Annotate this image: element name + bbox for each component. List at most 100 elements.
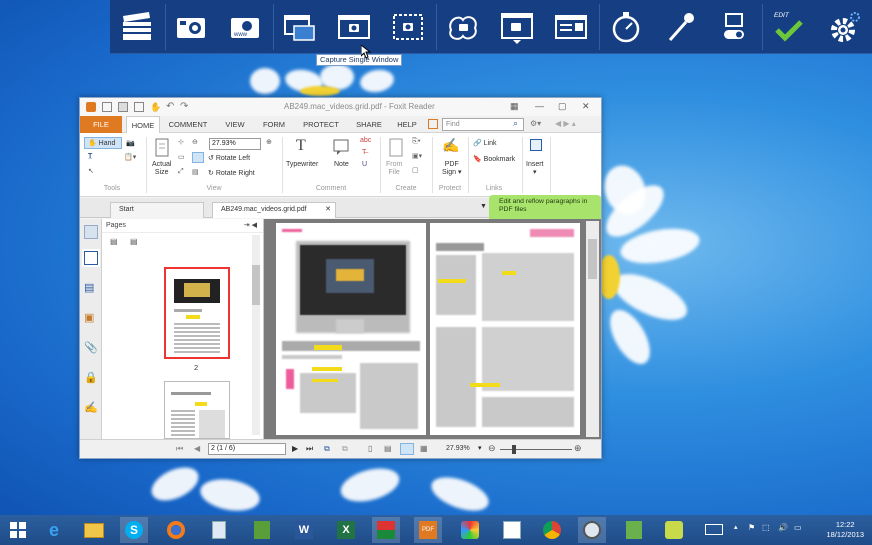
comments-panel-icon[interactable]: ▣ [84,311,98,325]
excel-icon[interactable]: X [332,517,360,543]
last-page-icon[interactable]: ⏭ [306,444,313,454]
zoom-dropdown-icon[interactable]: ▾ [478,444,482,452]
tab-close-icon[interactable]: ✕ [325,203,331,217]
nav-arrows-icon[interactable]: ◀ ▶ ▴ [555,119,576,128]
bookmark-button[interactable]: 🔖 Bookmark [473,155,515,163]
word-icon[interactable]: W [290,517,318,543]
app-icon-green[interactable] [620,517,648,543]
tab-help[interactable]: HELP [392,116,422,133]
start-button[interactable] [4,517,32,543]
underline-icon[interactable]: U [362,161,367,168]
layout-icon[interactable]: ▦ [510,101,519,112]
settings-icon[interactable]: ⚙▾ [530,119,541,128]
security-panel-icon[interactable]: 🔒 [84,371,98,385]
continuous-icon[interactable]: ▤ [384,444,392,453]
power-icon[interactable]: ▭ [794,523,802,532]
file-explorer-icon[interactable] [80,517,108,543]
paint-icon[interactable] [456,517,484,543]
typewriter-button[interactable]: Typewriter [286,161,318,168]
pages-panel-icon[interactable] [84,251,98,265]
capture-region-icon[interactable] [168,6,214,48]
tab-share[interactable]: SHARE [350,116,388,133]
snapshot-icon[interactable]: 📷 [126,139,135,147]
capture-window-multi-icon[interactable] [277,6,323,48]
zoom-select[interactable]: 27.93% [209,138,261,150]
tab-comment[interactable]: COMMENT [162,116,214,133]
zoom-out-status-icon[interactable]: ⊖ [488,443,496,454]
page-number-input[interactable]: 2 (1 / 6) [208,443,286,455]
capture-website-icon[interactable]: www [222,6,268,48]
select-text-icon[interactable]: T̲ [88,153,92,160]
tray-arrow-icon[interactable]: ▴ [734,523,738,531]
fit-visible-icon[interactable] [192,152,204,163]
single-page-icon[interactable]: ▯ [368,444,372,453]
gear-icon[interactable] [820,6,866,48]
actual-size-button[interactable]: Actual Size [152,161,171,177]
app-icon-leaf[interactable] [660,517,688,543]
tab-view[interactable]: VIEW [218,116,252,133]
clipboard-icon[interactable]: 📋▾ [124,153,136,161]
signature-panel-icon[interactable]: ✍ [84,401,98,415]
find-options-icon[interactable] [428,119,438,129]
print-icon[interactable] [134,102,144,112]
next-page-icon[interactable]: ▶ [292,444,298,453]
capture-dashed-region-icon[interactable] [385,6,431,48]
page-view-icon[interactable]: ▤ [192,168,199,176]
redo-icon[interactable]: ↷ [180,102,190,112]
undo-icon[interactable]: ↶ [166,102,176,112]
note-button[interactable]: Note [334,161,349,168]
network-icon[interactable]: ⬚ [762,523,770,532]
close-button[interactable]: ✕ [582,101,590,112]
zoom-slider[interactable] [500,449,572,450]
greenshot-icon[interactable] [248,517,276,543]
tab-home[interactable]: HOME [126,116,160,133]
panel-collapse-icon[interactable]: ⇥ ◀ [244,219,257,233]
insert-button[interactable]: Insert ▾ [526,161,544,177]
strikeout-icon[interactable]: T̶ [362,149,366,156]
capture-scrolling-icon[interactable] [494,6,540,48]
volume-icon[interactable]: 🔊 [778,523,788,532]
chrome-icon[interactable] [538,517,566,543]
rotate-right-button[interactable]: ↻ Rotate Right [208,169,255,177]
previous-page-icon[interactable]: ◀ [194,444,200,453]
layers-panel-icon[interactable]: ▤ [84,281,98,295]
from-file-button[interactable]: From File [386,161,402,177]
find-input[interactable]: Find [442,118,524,131]
timer-icon[interactable] [603,6,649,48]
scanner-icon[interactable]: ▣▾ [412,152,422,160]
pages-scrollbar[interactable] [252,235,260,435]
tab-protect[interactable]: PROTECT [296,116,346,133]
select-annotation-icon[interactable]: ↖ [88,167,94,175]
zoom-slider-thumb[interactable] [512,445,516,454]
zoom-out-icon[interactable]: ⊖ [192,138,198,146]
clock[interactable]: 12:22 18/12/2013 [826,520,864,540]
page-thumbnail[interactable] [164,381,230,439]
page-thumbnail-selected[interactable] [164,267,230,359]
app-icon-red[interactable] [372,517,400,543]
clapper-icon[interactable] [114,6,160,48]
tab-form[interactable]: FORM [256,116,292,133]
attachments-panel-icon[interactable]: 📎 [84,341,98,355]
open-icon[interactable] [102,102,112,112]
facing-icon[interactable] [400,443,414,455]
tab-file[interactable]: FILE [80,116,122,133]
create-pdf-icon[interactable]: ⎘▾ [412,138,421,146]
rotate-left-button[interactable]: ↺ Rotate Left [208,154,250,162]
capture-freehand-icon[interactable] [440,6,486,48]
highlight-icon[interactable]: abc [360,137,371,144]
maximize-button[interactable]: ▢ [558,101,567,112]
next-view-icon[interactable]: ⧉ [342,444,348,454]
pdf-sign-button[interactable]: PDF Sign ▾ [442,161,461,177]
color-picker-icon[interactable] [657,6,703,48]
toggle-icon[interactable] [711,6,757,48]
search-icon[interactable]: ⌕ [513,118,518,129]
edit-hint-banner[interactable]: Edit and reflow paragraphs in PDF files [489,195,601,222]
capture-app-icon[interactable] [578,517,606,543]
minimize-button[interactable]: — [535,101,544,111]
page-zoom-icon[interactable]: ▤ [130,237,138,246]
notepad-icon[interactable] [205,517,233,543]
fit-page-icon[interactable]: ⊹ [178,138,184,146]
zoom-in-icon[interactable]: ⊕ [266,138,272,146]
keyboard-icon[interactable] [705,524,723,535]
firefox-icon[interactable] [162,517,190,543]
